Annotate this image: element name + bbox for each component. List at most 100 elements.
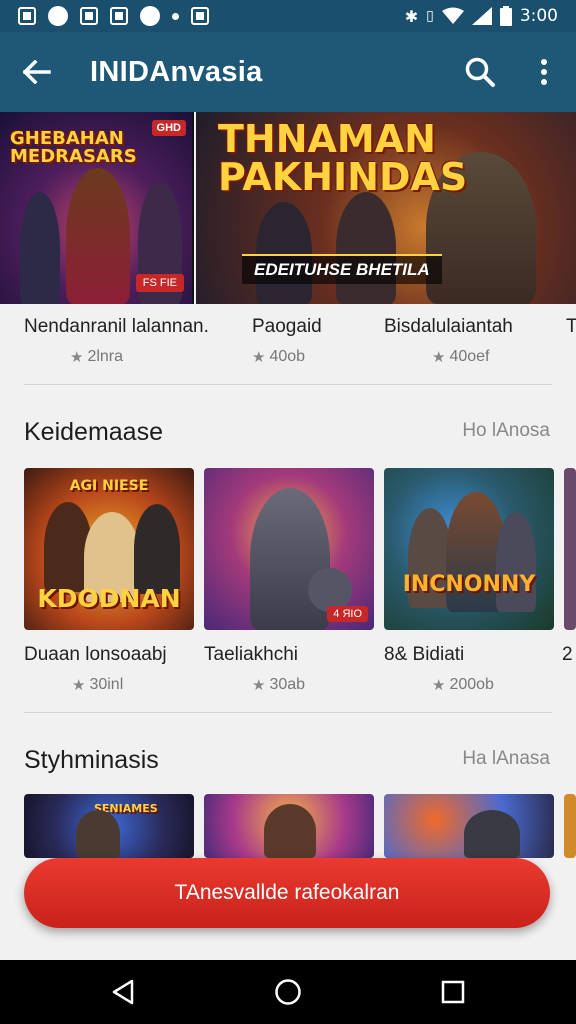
section-title: Keidemaase <box>24 418 163 446</box>
triangle-back-icon <box>112 979 133 1005</box>
item-rating: ★ 40oef <box>432 348 513 366</box>
star-icon: ★ <box>432 677 446 694</box>
item-prefix: 8& <box>384 644 408 665</box>
more-vert-icon <box>541 59 547 85</box>
wifi-icon <box>441 7 464 24</box>
game-tile[interactable] <box>564 468 576 630</box>
featured-item[interactable]: Bisdalulaiantah ★ 40oef <box>384 316 513 366</box>
hero-character <box>20 192 60 304</box>
status-bar: ✱ ▯ 3:00 <box>0 0 576 32</box>
hero-character <box>66 168 130 304</box>
rating-text: 30inl <box>89 676 124 693</box>
item-name: Duaan lonsoaabj <box>24 644 167 665</box>
dot-icon <box>172 12 179 20</box>
tile-logo: INCNONNY <box>402 572 536 597</box>
featured-item[interactable]: T <box>566 316 576 338</box>
hero-caption: EDEITUHSE BHETILA <box>242 254 442 284</box>
system-nav-bar <box>0 960 576 1024</box>
game-tile[interactable] <box>384 794 554 858</box>
nav-home-button[interactable] <box>258 960 318 1024</box>
tile-character <box>76 810 120 858</box>
battery-icon <box>499 6 512 26</box>
tile-tag: 4 ЯIO <box>327 606 368 622</box>
signal-icon <box>471 7 492 25</box>
hero-logo-1: GHEBAHAN MEDRASARS <box>10 128 137 167</box>
rating-text: 40ob <box>269 348 306 365</box>
item-title: Bidiati <box>412 644 465 665</box>
tile-character <box>464 810 520 858</box>
item-name: Taeliakhchi <box>204 644 298 665</box>
game-item[interactable]: Duaan lonsoaabj ★ 30inl <box>24 644 167 694</box>
game-tile[interactable] <box>564 794 576 858</box>
hero-carousel[interactable]: GHEBAHAN MEDRASARS GHD FS FIE THNAMAN PA… <box>0 112 576 304</box>
game-tile[interactable]: INCNONNY <box>384 468 554 630</box>
rating-text: 30ab <box>269 676 306 693</box>
back-button[interactable] <box>0 32 74 112</box>
more-options-button[interactable] <box>512 32 576 112</box>
hero-tag: GHD <box>151 120 186 136</box>
hero-badge: FS FIE <box>135 274 184 292</box>
compass-icon <box>140 6 160 26</box>
circle-home-icon <box>275 979 301 1005</box>
see-more-link[interactable]: Ha lAnasa <box>462 748 550 770</box>
hero-slide-2[interactable]: THNAMAN PAKHINDAS EDEITUHSE BHETILA <box>196 112 576 304</box>
tile-logo-bottom: KDODNAN <box>37 584 181 613</box>
cta-button[interactable]: TAnesvallde rafeokalran <box>24 858 550 928</box>
item-rating: ★ 30ab <box>252 676 305 694</box>
item-name: T <box>566 316 576 337</box>
hero-character <box>336 192 396 304</box>
status-time: 3:00 <box>519 6 558 26</box>
item-rating: ★ 30inl <box>72 676 167 694</box>
hero-character <box>256 202 312 304</box>
game-tile[interactable]: 4 ЯIO <box>204 468 374 630</box>
item-name: 2 <box>562 644 573 665</box>
rating-text: 2lnra <box>87 348 124 365</box>
featured-item[interactable]: Nendanranil lalannan. ★ 2lnra <box>24 316 209 366</box>
see-more-link[interactable]: Ho lAnosa <box>462 420 550 442</box>
bluetooth-icon: ✱ <box>404 6 419 26</box>
app-bar: INIDAnvasia <box>0 32 576 112</box>
item-name: Nendanranil lalannan. <box>24 316 209 337</box>
item-rating: ★ 40ob <box>252 348 322 366</box>
nav-recents-button[interactable] <box>423 960 483 1024</box>
star-icon: ★ <box>252 349 266 366</box>
item-name: Paogaid <box>252 316 322 337</box>
game-tile[interactable]: SENIAMES <box>24 794 194 858</box>
tile-character <box>264 804 316 858</box>
featured-item[interactable]: Paogaid ★ 40ob <box>252 316 322 366</box>
game-item[interactable]: 2 <box>562 644 573 666</box>
save-icon <box>80 7 98 25</box>
star-icon: ★ <box>252 677 266 694</box>
star-icon: ★ <box>72 677 86 694</box>
tile-character <box>496 512 536 612</box>
chat-icon <box>48 6 68 26</box>
divider <box>24 384 552 385</box>
star-icon: ★ <box>432 349 446 366</box>
search-icon <box>465 57 495 87</box>
square-recents-icon <box>442 980 465 1004</box>
game-item[interactable]: 8& Bidiati ★ 200ob <box>384 644 494 694</box>
game-item[interactable]: Taeliakhchi ★ 30ab <box>204 644 305 694</box>
section-title: Styhminasis <box>24 746 159 774</box>
item-rating: ★ 200ob <box>432 676 494 694</box>
nav-back-button[interactable] <box>93 960 153 1024</box>
item-name: Bisdalulaiantah <box>384 316 513 337</box>
page-title: INIDAnvasia <box>90 55 263 88</box>
divider <box>24 712 552 713</box>
tile-character <box>134 504 180 594</box>
arrow-left-icon <box>23 60 51 84</box>
rating-text: 200ob <box>449 676 494 693</box>
search-button[interactable] <box>448 32 512 112</box>
item-rating: ★ 2lnra <box>70 348 209 366</box>
hero-logo-2: THNAMAN PAKHINDAS <box>218 117 468 199</box>
hero-slide-1[interactable]: GHEBAHAN MEDRASARS GHD FS FIE <box>0 112 194 304</box>
flag-icon <box>191 7 209 25</box>
game-tile[interactable]: AGI NIESE KDODNAN <box>24 468 194 630</box>
sim-icon <box>18 7 36 25</box>
photo-icon <box>110 7 128 25</box>
star-icon: ★ <box>70 349 84 366</box>
item-name: 8& Bidiati <box>384 644 494 666</box>
rating-text: 40oef <box>449 348 490 365</box>
game-tile[interactable] <box>204 794 374 858</box>
vibrate-icon: ▯ <box>426 8 434 24</box>
